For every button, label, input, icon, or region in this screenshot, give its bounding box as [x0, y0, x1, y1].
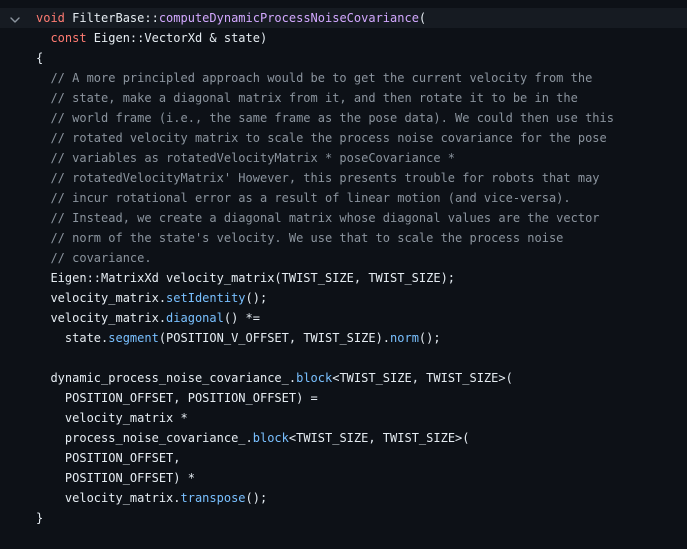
code-token: // state, make a diagonal matrix from it… [36, 91, 578, 105]
code-text: // state, make a diagonal matrix from it… [36, 88, 578, 108]
code-token: (); [418, 331, 441, 345]
code-token: // world frame (i.e., the same frame as … [36, 111, 614, 125]
code-token: POSITION_OFFSET, POSITION_OFFSET) = [36, 391, 318, 405]
code-token: dynamic_process_noise_covariance_. [36, 371, 297, 385]
code-token: // rotated velocity matrix to scale the … [36, 131, 607, 145]
code-token: // norm of the state's velocity. We use … [36, 231, 564, 245]
code-text: // rotatedVelocityMatrix' However, this … [36, 168, 600, 188]
code-text: state.segment(POSITION_V_OFFSET, TWIST_S… [36, 328, 441, 348]
code-token: { [36, 51, 44, 65]
code-token: block [296, 371, 333, 385]
code-token: (); [245, 491, 268, 505]
code-token: diagonal [166, 311, 224, 325]
code-line: const Eigen::VectorXd & state) [0, 28, 687, 48]
code-token: velocity_matrix. [36, 291, 167, 305]
code-token: <TWIST_SIZE, TWIST_SIZE>( [332, 371, 513, 385]
code-line: velocity_matrix * [0, 408, 687, 428]
code-token: } [36, 511, 44, 525]
code-token: // rotatedVelocityMatrix' However, this … [36, 171, 600, 185]
code-token: // incur rotational error as a result of… [36, 191, 571, 205]
code-token: const [50, 31, 87, 45]
code-line: // variables as rotatedVelocityMatrix * … [0, 148, 687, 168]
code-token: (POSITION_V_OFFSET, TWIST_SIZE). [158, 331, 391, 345]
code-token: segment [108, 331, 159, 345]
code-text: // variables as rotatedVelocityMatrix * … [36, 148, 455, 168]
code-text: velocity_matrix.setIdentity(); [36, 288, 267, 308]
code-text: } [36, 508, 43, 528]
code-line: POSITION_OFFSET) * [0, 468, 687, 488]
code-token: FilterBase:: [64, 11, 159, 25]
code-line: void FilterBase::computeDynamicProcessNo… [0, 8, 687, 28]
code-line: // world frame (i.e., the same frame as … [0, 108, 687, 128]
code-text: // covariance. [36, 248, 152, 268]
code-token: norm [390, 331, 419, 345]
code-token: Eigen::VectorXd & state) [86, 31, 268, 45]
code-token: POSITION_OFFSET) * [36, 471, 195, 485]
code-line: velocity_matrix.transpose(); [0, 488, 687, 508]
code-text: { [36, 48, 43, 68]
code-token: // covariance. [36, 251, 152, 265]
code-token: computeDynamicProcessNoiseCovariance [158, 11, 419, 25]
code-line: // rotated velocity matrix to scale the … [0, 128, 687, 148]
code-token: state. [36, 331, 109, 345]
code-token: ( [418, 11, 427, 25]
code-text: // incur rotational error as a result of… [36, 188, 571, 208]
code-line: // state, make a diagonal matrix from it… [0, 88, 687, 108]
code-token: Eigen::MatrixXd velocity_matrix(TWIST_SI… [36, 271, 456, 285]
code-text: const Eigen::VectorXd & state) [36, 28, 267, 48]
code-text: Eigen::MatrixXd velocity_matrix(TWIST_SI… [36, 268, 455, 288]
code-line: velocity_matrix.diagonal() *= [0, 308, 687, 328]
code-line: // rotatedVelocityMatrix' However, this … [0, 168, 687, 188]
code-token: // Instead, we create a diagonal matrix … [36, 211, 600, 225]
code-line: POSITION_OFFSET, [0, 448, 687, 468]
code-token: transpose [180, 491, 246, 505]
code-viewer: void FilterBase::computeDynamicProcessNo… [0, 0, 687, 549]
code-line: process_noise_covariance_.block<TWIST_SI… [0, 428, 687, 448]
code-line: { [0, 48, 687, 68]
code-text: // norm of the state's velocity. We use … [36, 228, 563, 248]
code-text: process_noise_covariance_.block<TWIST_SI… [36, 428, 470, 448]
code-token: velocity_matrix * [36, 411, 188, 425]
code-line: dynamic_process_noise_covariance_.block<… [0, 368, 687, 388]
code-line: state.segment(POSITION_V_OFFSET, TWIST_S… [0, 328, 687, 348]
code-text: void FilterBase::computeDynamicProcessNo… [36, 8, 426, 28]
code-line: Eigen::MatrixXd velocity_matrix(TWIST_SI… [0, 268, 687, 288]
code-token: void [36, 11, 65, 25]
code-token: block [252, 431, 289, 445]
code-line: // Instead, we create a diagonal matrix … [0, 208, 687, 228]
code-token: <TWIST_SIZE, TWIST_SIZE>( [288, 431, 470, 445]
code-text: velocity_matrix.diagonal() *= [36, 308, 260, 328]
code-text: velocity_matrix * [36, 408, 188, 428]
code-line: // incur rotational error as a result of… [0, 188, 687, 208]
code-token: process_noise_covariance_. [36, 431, 253, 445]
code-line: // A more principled approach would be t… [0, 68, 687, 88]
code-token: setIdentity [166, 291, 246, 305]
code-token: // variables as rotatedVelocityMatrix * … [36, 151, 456, 165]
code-token: () *= [223, 311, 260, 325]
code-token: velocity_matrix. [36, 491, 181, 505]
code-line: // norm of the state's velocity. We use … [0, 228, 687, 248]
code-text: POSITION_OFFSET) * [36, 468, 195, 488]
chevron-down-icon[interactable] [9, 12, 21, 24]
code-token: POSITION_OFFSET, [36, 451, 181, 465]
code-text: // rotated velocity matrix to scale the … [36, 128, 607, 148]
code-text: // Instead, we create a diagonal matrix … [36, 208, 600, 228]
code-token: (); [245, 291, 268, 305]
code-token: // A more principled approach would be t… [36, 71, 593, 85]
code-line: // covariance. [0, 248, 687, 268]
code-text: // A more principled approach would be t… [36, 68, 592, 88]
code-line: velocity_matrix.setIdentity(); [0, 288, 687, 308]
code-text: dynamic_process_noise_covariance_.block<… [36, 368, 513, 388]
code-text: // world frame (i.e., the same frame as … [36, 108, 614, 128]
code-line: } [0, 508, 687, 528]
code-token: velocity_matrix. [36, 311, 167, 325]
code-text: POSITION_OFFSET, [36, 448, 181, 468]
code-text: velocity_matrix.transpose(); [36, 488, 267, 508]
code-line: POSITION_OFFSET, POSITION_OFFSET) = [0, 388, 687, 408]
code-text: POSITION_OFFSET, POSITION_OFFSET) = [36, 388, 318, 408]
